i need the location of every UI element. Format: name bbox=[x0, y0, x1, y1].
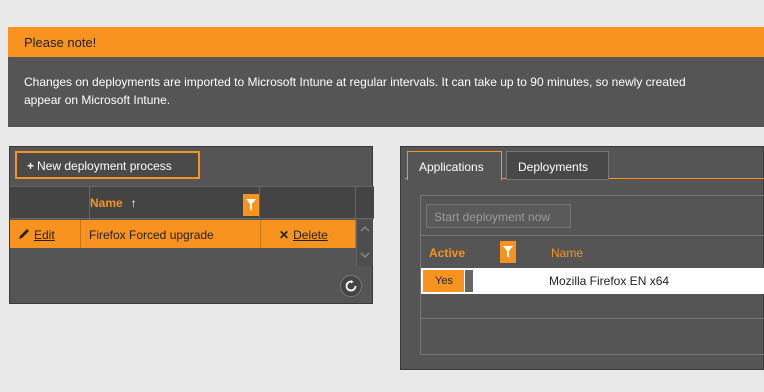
table-row[interactable]: Yes Mozilla Firefox EN x64 bbox=[421, 268, 764, 294]
grid-header: Name ↑ bbox=[10, 186, 374, 220]
name-column-header[interactable]: Name ↑ bbox=[90, 187, 260, 220]
toggle-handle bbox=[464, 270, 473, 292]
edit-link[interactable]: Edit bbox=[10, 220, 81, 248]
delete-label: Delete bbox=[293, 228, 328, 242]
notice-line-2: appear on Microsoft Intune. bbox=[24, 93, 171, 107]
chevron-up-icon[interactable] bbox=[360, 224, 370, 234]
applications-content: Start deployment now Active Name Yes Moz… bbox=[420, 195, 764, 355]
start-deployment-button[interactable]: Start deployment now bbox=[426, 204, 571, 228]
name-column-label: Name bbox=[90, 196, 123, 210]
tab-bar: Applications Deployments bbox=[405, 151, 764, 180]
active-value: Yes bbox=[435, 275, 453, 287]
delete-link[interactable]: ✕ Delete bbox=[261, 220, 356, 248]
refresh-icon bbox=[345, 280, 357, 292]
application-name-cell: Mozilla Firefox EN x64 bbox=[549, 274, 670, 288]
deployment-process-panel: + New deployment process Name ↑ Edit Firef… bbox=[9, 146, 374, 304]
filter-icon bbox=[246, 199, 256, 211]
active-toggle[interactable]: Yes bbox=[423, 270, 473, 292]
grid-divider bbox=[421, 318, 764, 319]
app-name-column-header[interactable]: Name bbox=[551, 246, 583, 260]
notice-line-1: Changes on deployments are imported to M… bbox=[24, 75, 686, 89]
active-filter-button[interactable] bbox=[500, 241, 516, 263]
table-row[interactable]: Edit Firefox Forced upgrade ✕ Delete bbox=[10, 220, 356, 248]
new-deployment-process-label: New deployment process bbox=[37, 159, 172, 173]
plus-icon: + bbox=[27, 159, 35, 173]
sort-ascending-icon: ↑ bbox=[130, 196, 137, 210]
applications-grid-header: Active Name bbox=[421, 235, 764, 267]
applications-panel: Applications Deployments Start deploymen… bbox=[400, 146, 764, 370]
active-column-header[interactable]: Active bbox=[429, 246, 465, 260]
grid-header-actions bbox=[261, 187, 356, 220]
notice-banner: Please note! Changes on deployments are … bbox=[8, 27, 764, 127]
notice-title: Please note! bbox=[8, 27, 764, 57]
notice-message: Changes on deployments are imported to M… bbox=[8, 57, 764, 109]
refresh-button[interactable] bbox=[340, 275, 362, 297]
name-filter-button[interactable] bbox=[243, 194, 259, 216]
grid-scrollbar[interactable] bbox=[356, 220, 373, 266]
process-name-cell: Firefox Forced upgrade bbox=[81, 220, 261, 248]
pencil-icon bbox=[19, 229, 29, 239]
close-icon: ✕ bbox=[279, 228, 290, 242]
deployment-process-grid: Name ↑ Edit Firefox Forced upgrade ✕ Delet… bbox=[10, 186, 374, 266]
grid-header-spacer bbox=[10, 187, 90, 220]
new-deployment-process-button[interactable]: + New deployment process bbox=[15, 151, 200, 179]
tab-applications[interactable]: Applications bbox=[407, 151, 502, 180]
chevron-down-icon[interactable] bbox=[360, 250, 370, 260]
edit-label: Edit bbox=[34, 228, 55, 242]
filter-icon bbox=[503, 246, 513, 258]
tab-deployments[interactable]: Deployments bbox=[506, 151, 609, 180]
